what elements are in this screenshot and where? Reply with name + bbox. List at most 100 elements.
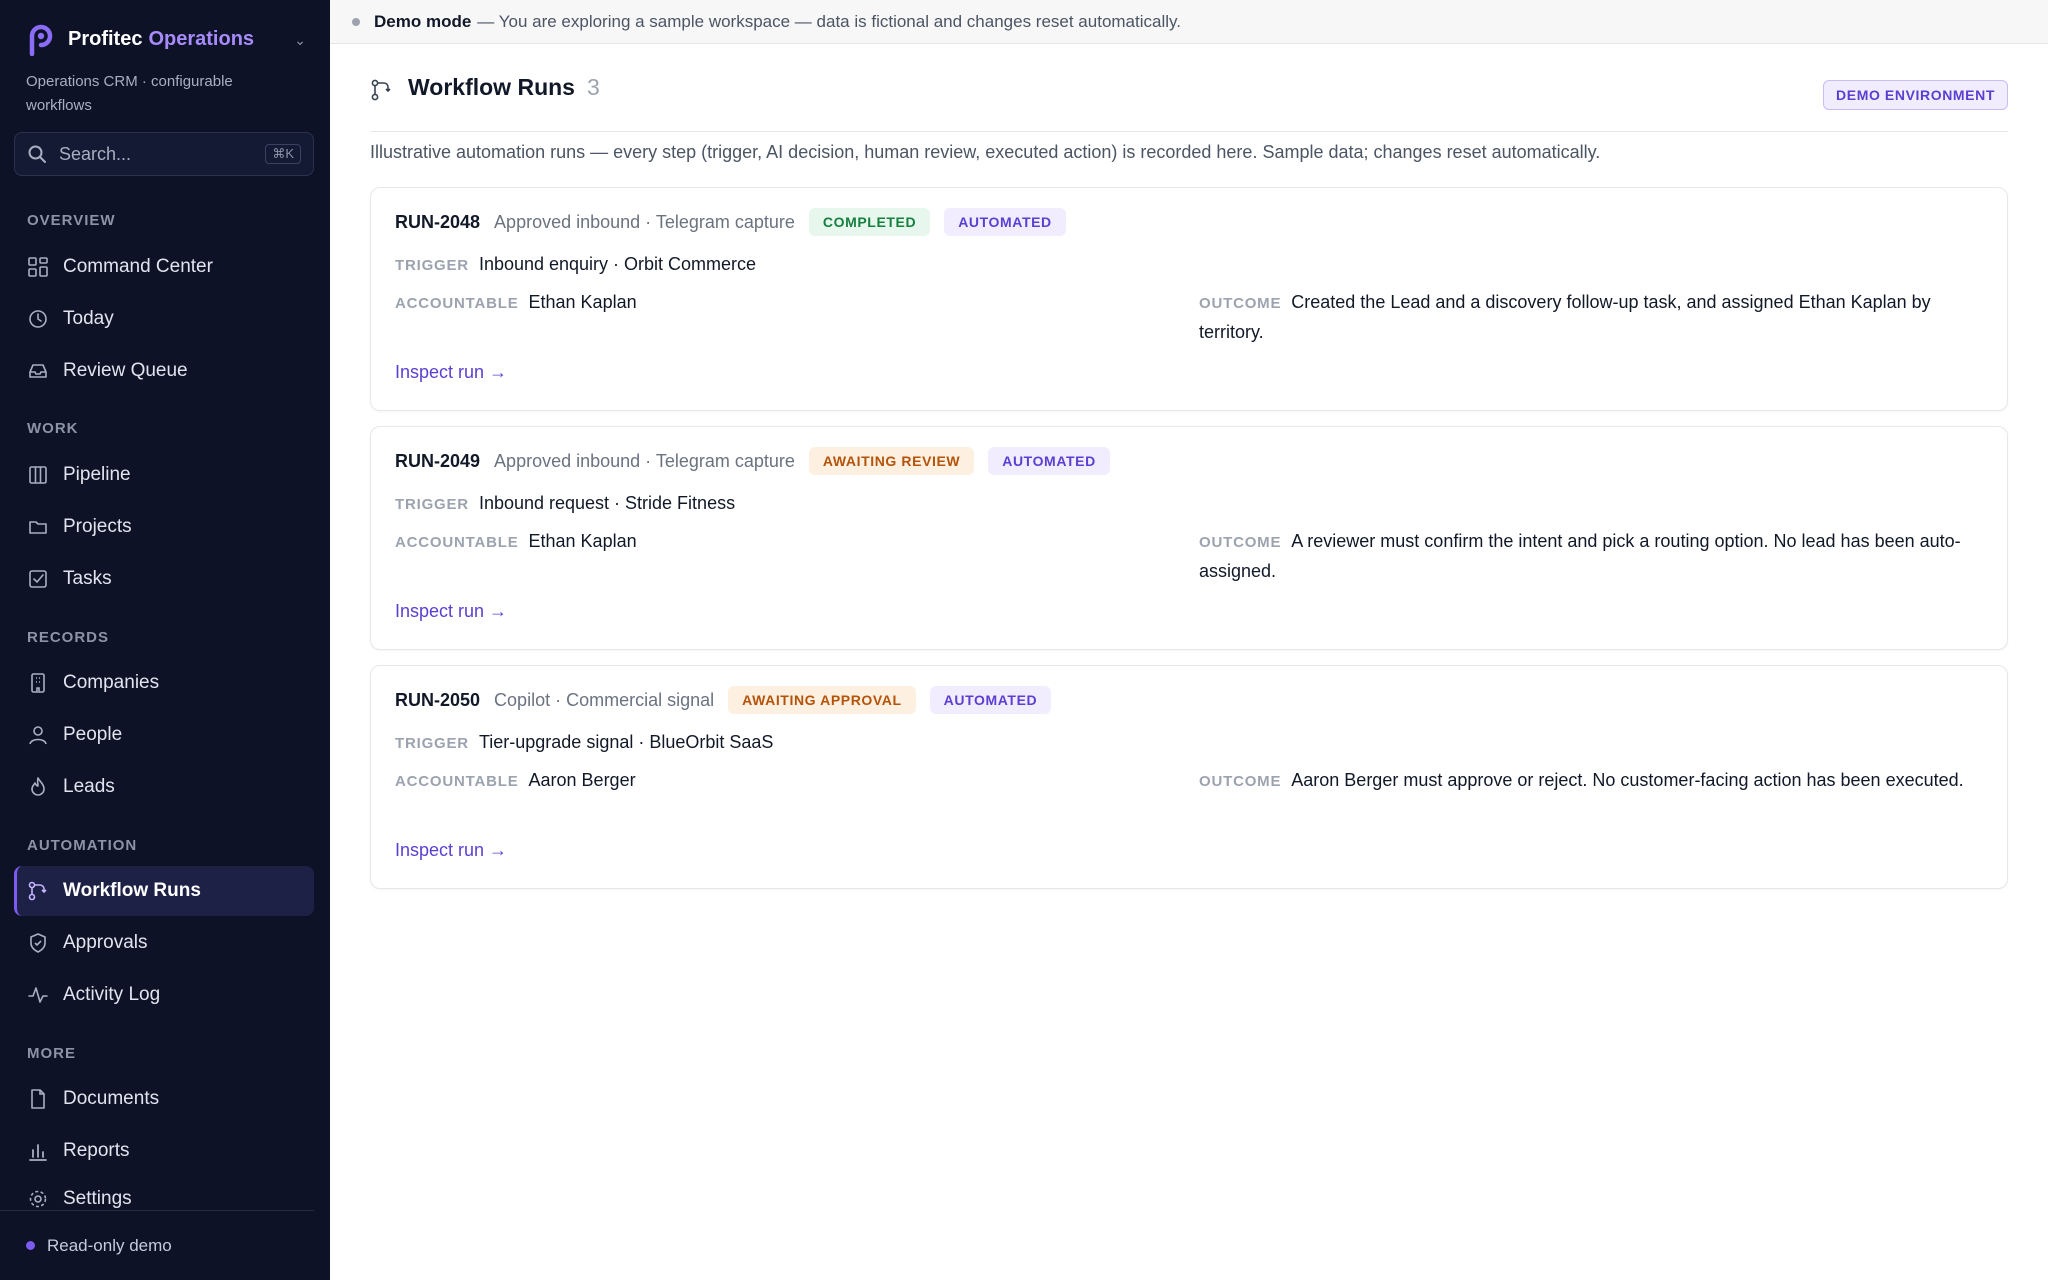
trigger-field: TRIGGER Tier-upgrade signal · BlueOrbit S…: [395, 728, 773, 758]
run-card: RUN-2049 Approved inbound · Telegram cap…: [370, 426, 2008, 650]
outcome-value: Aaron Berger must approve or reject. No …: [1291, 770, 1964, 790]
sidebar-item-workflow-runs[interactable]: Workflow Runs: [14, 866, 314, 916]
sidebar-item-label: Documents: [63, 1088, 160, 1109]
sidebar-item-command-center[interactable]: Command Center: [14, 242, 314, 292]
trigger-label: TRIGGER: [395, 496, 469, 513]
chevron-down-icon[interactable]: ⌄: [294, 32, 306, 49]
sidebar-item-activity-log[interactable]: Activity Log: [14, 970, 314, 1020]
sidebar-item-label: Tasks: [63, 568, 112, 589]
accountable-field: ACCOUNTABLE Ethan Kaplan: [395, 288, 637, 318]
sidebar-item-reports[interactable]: Reports: [14, 1126, 314, 1176]
sidebar-item-projects[interactable]: Projects: [14, 502, 314, 552]
sidebar-item-approvals[interactable]: Approvals: [14, 918, 314, 968]
search-shortcut: ⌘K: [265, 144, 301, 164]
page-count: 3: [586, 74, 600, 100]
banner-dot: [352, 17, 360, 26]
sidebar-item-review-queue[interactable]: Review Queue: [14, 346, 314, 396]
sidebar-item-tasks[interactable]: Tasks: [14, 554, 314, 604]
shield-check-icon: [30, 933, 46, 953]
sidebar-item-leads[interactable]: Leads: [14, 762, 314, 812]
outcome-field: OUTCOME Created the Lead and a discovery …: [1199, 288, 1989, 346]
sidebar-item-today[interactable]: Today: [14, 294, 314, 344]
sidebar-item-label: Approvals: [63, 932, 148, 953]
person-icon: [29, 726, 47, 745]
accountable-field: ACCOUNTABLE Aaron Berger: [395, 766, 636, 796]
workflow-icon: [371, 79, 391, 101]
sidebar-item-label: Command Center: [63, 256, 213, 277]
columns-icon: [29, 466, 47, 484]
inbox-icon: [29, 364, 47, 378]
search-icon: [28, 145, 46, 163]
outcome-label: OUTCOME: [1199, 295, 1282, 312]
clock-icon: [29, 310, 47, 328]
run-id: RUN-2050: [395, 689, 481, 710]
accountable-label: ACCOUNTABLE: [395, 295, 519, 312]
inspect-run-link[interactable]: Inspect run →: [395, 840, 507, 861]
trigger-field: TRIGGER Inbound request · Stride Fitness: [395, 489, 735, 519]
nav-section-work: WORK: [27, 420, 79, 437]
accountable-label: ACCOUNTABLE: [395, 773, 519, 790]
run-card: RUN-2048 Approved inbound · Telegram cap…: [370, 187, 2008, 411]
trigger-label: TRIGGER: [395, 257, 469, 274]
trigger-label: TRIGGER: [395, 735, 469, 752]
banner-text: — You are exploring a sample workspace —…: [477, 11, 1181, 31]
bar-chart-icon: [29, 1144, 47, 1161]
flame-icon: [31, 777, 45, 796]
sidebar-item-label: Reports: [63, 1140, 130, 1161]
page-header: Workflow Runs 3 DEMO ENVIRONMENT: [370, 74, 2008, 132]
run-id: RUN-2048: [395, 211, 481, 232]
trigger-value: Inbound request · Stride Fitness: [478, 493, 736, 513]
accountable-value: Ethan Kaplan: [528, 292, 637, 312]
sidebar-item-label: People: [63, 724, 123, 745]
demo-environment-badge: DEMO ENVIRONMENT: [1823, 80, 2008, 110]
outcome-field: OUTCOME A reviewer must confirm the inten…: [1199, 527, 1989, 585]
sidebar-item-companies[interactable]: Companies: [14, 658, 314, 708]
sidebar: Profitec Operations ⌄ Operations CRM · c…: [0, 0, 330, 1280]
sidebar-item-pipeline[interactable]: Pipeline: [14, 450, 314, 500]
status-dot: [26, 1241, 35, 1250]
brand-subtitle: Operations CRM · configurable workflows: [26, 73, 233, 114]
sidebar-item-documents[interactable]: Documents: [14, 1074, 314, 1124]
brand-accent: Operations: [148, 27, 255, 50]
trigger-field: TRIGGER Inbound enquiry · Orbit Commerce: [395, 250, 756, 280]
status-badge: AWAITING REVIEW: [808, 447, 975, 475]
read-only-label: Read-only demo: [47, 1235, 172, 1255]
activity-icon: [28, 987, 48, 1003]
search-input[interactable]: Search...: [59, 144, 265, 165]
inspect-run-link[interactable]: Inspect run →: [395, 362, 507, 383]
run-source: Copilot · Commercial signal: [494, 689, 715, 710]
mode-badge: AUTOMATED: [929, 686, 1052, 714]
demo-banner: Demo mode — You are exploring a sample w…: [330, 0, 2048, 44]
workflow-icon: [28, 881, 47, 901]
grid-icon: [28, 257, 48, 277]
run-source: Approved inbound · Telegram capture: [494, 450, 795, 471]
search-box[interactable]: Search... ⌘K: [14, 132, 314, 176]
main-content: Demo mode — You are exploring a sample w…: [330, 0, 2048, 1280]
page-description: Illustrative automation runs — every ste…: [370, 142, 1601, 162]
sidebar-item-label: Pipeline: [63, 464, 131, 485]
sidebar-item-label: Leads: [63, 776, 115, 797]
outcome-value: Created the Lead and a discovery follow-…: [1199, 292, 1931, 342]
workspace-switcher[interactable]: Profitec Operations ⌄: [26, 22, 306, 56]
sidebar-footer: Read-only demo: [0, 1210, 314, 1280]
inspect-run-link[interactable]: Inspect run →: [395, 601, 507, 622]
sidebar-item-people[interactable]: People: [14, 710, 314, 760]
run-card: RUN-2050 Copilot · Commercial signal AWA…: [370, 665, 2008, 889]
nav-section-overview: OVERVIEW: [27, 212, 116, 229]
building-icon: [31, 673, 45, 693]
trigger-value: Inbound enquiry · Orbit Commerce: [478, 254, 757, 274]
nav-section-automation: AUTOMATION: [27, 837, 138, 854]
accountable-value: Aaron Berger: [528, 770, 636, 790]
accountable-field: ACCOUNTABLE Ethan Kaplan: [395, 527, 637, 557]
status-badge: COMPLETED: [808, 208, 931, 236]
document-icon: [31, 1089, 45, 1109]
brand-name: Profitec: [68, 27, 143, 50]
sidebar-item-label: Workflow Runs: [63, 880, 201, 901]
sidebar-item-settings[interactable]: Settings: [14, 1178, 314, 1210]
run-source: Approved inbound · Telegram capture: [494, 211, 795, 232]
gear-icon: [29, 1190, 47, 1208]
outcome-label: OUTCOME: [1199, 534, 1282, 551]
status-badge: AWAITING APPROVAL: [728, 686, 916, 714]
banner-title: Demo mode: [374, 11, 472, 31]
accountable-value: Ethan Kaplan: [528, 531, 637, 551]
